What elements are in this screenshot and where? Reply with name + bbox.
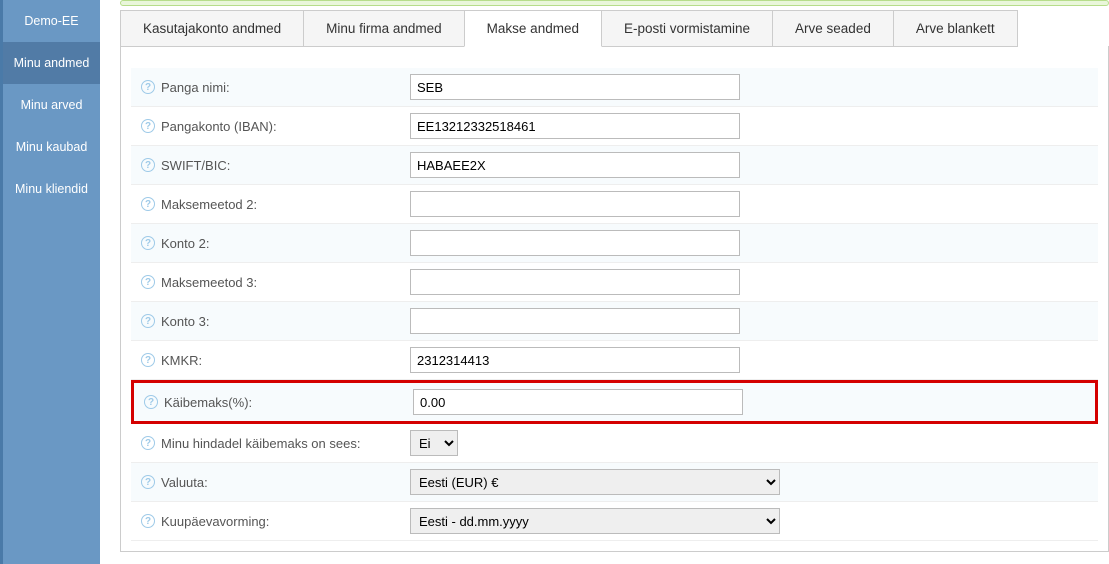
help-icon[interactable]: ? [144,395,158,409]
tabs: Kasutajakonto andmed Minu firma andmed M… [120,10,1109,47]
tab-invoice-settings[interactable]: Arve seaded [772,10,894,47]
field-label: Minu hindadel käibemaks on sees: [161,436,360,451]
help-icon[interactable]: ? [141,197,155,211]
tab-payment[interactable]: Makse andmed [464,10,602,47]
field-label: KMKR: [161,353,202,368]
sidebar-item-minu-arved[interactable]: Minu arved [3,84,100,126]
sidebar-item-label: Demo-EE [24,14,78,28]
row-iban: ? Pangakonto (IBAN): [131,107,1098,146]
row-vat: ? Käibemaks(%): [131,380,1098,424]
sidebar-item-label: Minu kaubad [16,140,88,154]
row-kmkr: ? KMKR: [131,341,1098,380]
row-swift: ? SWIFT/BIC: [131,146,1098,185]
vat-included-select[interactable]: Ei [410,430,458,456]
field-label: Panga nimi: [161,80,230,95]
tab-email[interactable]: E-posti vormistamine [601,10,773,47]
iban-input[interactable] [410,113,740,139]
row-method2: ? Maksemeetod 2: [131,185,1098,224]
vat-input[interactable] [413,389,743,415]
field-label: Käibemaks(%): [164,395,252,410]
row-method3: ? Maksemeetod 3: [131,263,1098,302]
currency-select[interactable]: Eesti (EUR) € [410,469,780,495]
help-icon[interactable]: ? [141,158,155,172]
bank-name-input[interactable] [410,74,740,100]
row-date-format: ? Kuupäevavorming: Eesti - dd.mm.yyyy [131,502,1098,541]
kmkr-input[interactable] [410,347,740,373]
tab-account[interactable]: Kasutajakonto andmed [120,10,304,47]
field-label: Maksemeetod 2: [161,197,257,212]
date-format-select[interactable]: Eesti - dd.mm.yyyy [410,508,780,534]
tab-label: Arve seaded [795,21,871,36]
row-vat-included: ? Minu hindadel käibemaks on sees: Ei [131,424,1098,463]
sidebar-item-label: Minu arved [21,98,83,112]
field-label: Konto 2: [161,236,209,251]
help-icon[interactable]: ? [141,475,155,489]
sidebar-item-label: Minu andmed [14,56,90,70]
field-label: Konto 3: [161,314,209,329]
field-label: Valuuta: [161,475,208,490]
sidebar-item-minu-andmed[interactable]: Minu andmed [3,42,100,84]
field-label: Pangakonto (IBAN): [161,119,277,134]
row-account2: ? Konto 2: [131,224,1098,263]
field-label: Kuupäevavorming: [161,514,269,529]
help-icon[interactable]: ? [141,436,155,450]
success-banner [120,0,1109,6]
help-icon[interactable]: ? [141,236,155,250]
tab-label: Makse andmed [487,21,579,36]
account3-input[interactable] [410,308,740,334]
help-icon[interactable]: ? [141,314,155,328]
sidebar: Demo-EE Minu andmed Minu arved Minu kaub… [0,0,100,564]
row-bank-name: ? Panga nimi: [131,68,1098,107]
help-icon[interactable]: ? [141,80,155,94]
help-icon[interactable]: ? [141,514,155,528]
tab-invoice-template[interactable]: Arve blankett [893,10,1018,47]
swift-input[interactable] [410,152,740,178]
tab-label: Minu firma andmed [326,21,442,36]
form: ? Panga nimi: ? Pangakonto (IBAN): ? SWI… [120,46,1109,552]
help-icon[interactable]: ? [141,119,155,133]
sidebar-item-minu-kliendid[interactable]: Minu kliendid [3,168,100,210]
method2-input[interactable] [410,191,740,217]
row-account3: ? Konto 3: [131,302,1098,341]
tab-company[interactable]: Minu firma andmed [303,10,465,47]
tab-label: Kasutajakonto andmed [143,21,281,36]
tab-label: E-posti vormistamine [624,21,750,36]
field-label: Maksemeetod 3: [161,275,257,290]
account2-input[interactable] [410,230,740,256]
help-icon[interactable]: ? [141,353,155,367]
row-currency: ? Valuuta: Eesti (EUR) € [131,463,1098,502]
help-icon[interactable]: ? [141,275,155,289]
sidebar-item-label: Minu kliendid [15,182,88,196]
sidebar-item-minu-kaubad[interactable]: Minu kaubad [3,126,100,168]
tab-label: Arve blankett [916,21,995,36]
main-content: Kasutajakonto andmed Minu firma andmed M… [100,0,1109,564]
sidebar-item-demo[interactable]: Demo-EE [3,0,100,42]
method3-input[interactable] [410,269,740,295]
field-label: SWIFT/BIC: [161,158,230,173]
